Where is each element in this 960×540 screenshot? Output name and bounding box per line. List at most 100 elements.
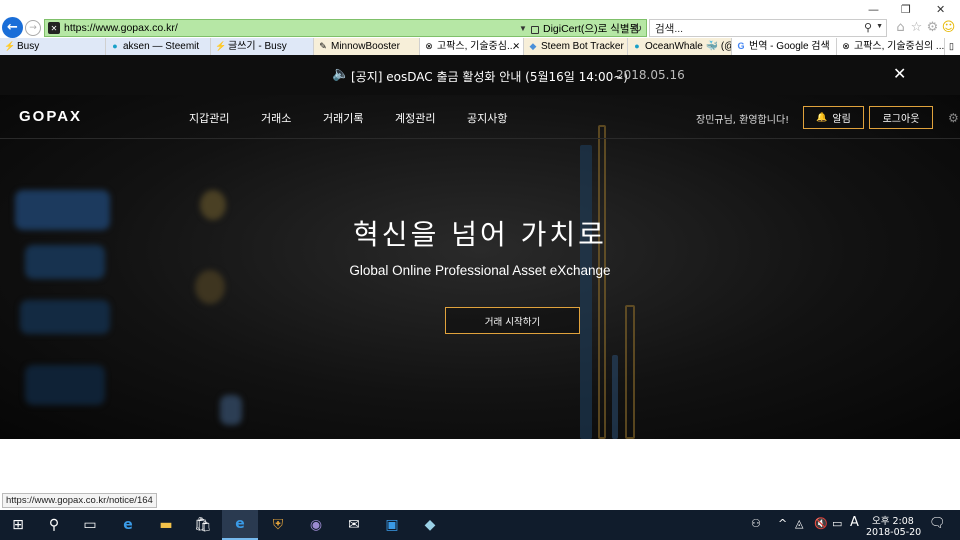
tab-steemit[interactable]: ● aksen — Steemit: [106, 38, 211, 55]
people-icon[interactable]: ⚇: [751, 517, 761, 530]
bg-decor: [220, 395, 242, 425]
search-dropdown-icon[interactable]: ▼: [876, 23, 883, 30]
hero-section: GOPAX 지갑관리 거래소 거래기록 계정관리 공지사항 장민규님, 환영합니…: [0, 95, 960, 439]
gopax-favicon-icon: ✕: [48, 22, 60, 34]
lock-icon[interactable]: [531, 26, 539, 34]
edge-browser-icon[interactable]: e: [110, 510, 146, 540]
home-icon[interactable]: ⌂: [893, 20, 908, 35]
tab-steem-bot-tracker[interactable]: ◆ Steem Bot Tracker: [524, 38, 628, 55]
forward-button[interactable]: →: [25, 20, 41, 36]
settings-icon[interactable]: ⚙: [948, 111, 959, 125]
close-notice-icon[interactable]: ✕: [893, 64, 906, 83]
url-text[interactable]: https://www.gopax.co.kr/: [64, 22, 178, 34]
tab-label: OceanWhale 🐳 (@...: [645, 41, 731, 52]
tab-busy[interactable]: ⚡ Busy: [0, 38, 106, 55]
alert-label: 알림: [832, 114, 851, 125]
minimize-icon[interactable]: —: [868, 3, 879, 16]
favorites-star-icon[interactable]: ☆: [909, 20, 924, 35]
tab-oceanwhale[interactable]: ● OceanWhale 🐳 (@...: [628, 38, 732, 55]
welcome-text: 장민규님, 환영합니다!: [696, 115, 790, 126]
battery-icon[interactable]: ▭: [832, 517, 842, 530]
search-icon[interactable]: ⚲: [864, 21, 872, 34]
notice-date: 2018.05.16: [616, 68, 685, 82]
input-method-indicator[interactable]: A: [850, 515, 859, 530]
mail-icon[interactable]: ✉: [336, 510, 372, 540]
steem-icon: ◆: [529, 41, 537, 51]
tab-label: 고팍스, 기술중심...: [437, 41, 516, 52]
status-bar-url: https://www.gopax.co.kr/notice/164: [2, 493, 157, 508]
clock-time[interactable]: 오후 2:08: [872, 513, 914, 527]
tab-label: 고팍스, 기술중심의 ...: [854, 41, 945, 52]
smiley-feedback-icon[interactable]: ☺: [941, 20, 956, 35]
show-hidden-icons-icon[interactable]: ^: [778, 517, 787, 530]
nav-history[interactable]: 거래기록: [323, 110, 363, 126]
nav-wallet[interactable]: 지갑관리: [189, 110, 229, 126]
search-taskbar-icon[interactable]: ⚲: [36, 510, 72, 540]
clock-date[interactable]: 2018-05-20: [866, 527, 921, 538]
bg-decor: [580, 145, 592, 439]
gopax-icon: ⊗: [842, 41, 850, 51]
busy-icon: ⚡: [215, 41, 227, 51]
tab-label: Busy: [17, 41, 40, 52]
certificate-label[interactable]: DigiCert(으)로 식별됨: [543, 21, 639, 36]
close-tab-icon[interactable]: ✕: [512, 38, 520, 55]
browser-chrome: — ❐ ✕ ← → ✕ https://www.gopax.co.kr/ ▼ D…: [0, 0, 960, 56]
store-icon[interactable]: 🛍: [185, 510, 221, 540]
refresh-icon[interactable]: ↻: [633, 22, 642, 35]
tab-minnowbooster[interactable]: ✎ MinnowBooster: [314, 38, 420, 55]
bg-decor: [612, 355, 618, 439]
nav-exchange[interactable]: 거래소: [261, 110, 291, 126]
tab-gopax-2[interactable]: ⊗ 고팍스, 기술중심의 ...: [837, 38, 945, 55]
tab-strip: ⚡ Busy ● aksen — Steemit ⚡ 글쓰기 - Busy ✎ Minn…: [0, 38, 960, 55]
tab-busy-write[interactable]: ⚡ 글쓰기 - Busy: [211, 38, 314, 55]
nav-notices[interactable]: 공지사항: [467, 110, 507, 126]
google-icon: G: [737, 41, 745, 51]
file-explorer-icon[interactable]: ▬: [148, 510, 184, 540]
site-header: GOPAX 지갑관리 거래소 거래기록 계정관리 공지사항 장민규님, 환영합니…: [0, 95, 960, 139]
notice-text[interactable]: [공지] eosDAC 출금 활성화 안내 (5월16일 14:00~): [351, 68, 628, 85]
close-window-icon[interactable]: ✕: [936, 3, 945, 16]
address-bar[interactable]: ✕ https://www.gopax.co.kr/ ▼ DigiCert(으)…: [44, 19, 647, 37]
search-input[interactable]: 검색... ⚲ ▼: [649, 19, 887, 37]
alert-button[interactable]: 🔔 알림: [803, 106, 864, 129]
hero-title: 혁신을 넘어 가치로: [353, 218, 607, 251]
tab-gopax-active[interactable]: ⊗ 고팍스, 기술중심... ✕: [420, 38, 524, 55]
start-trading-button[interactable]: 거래 시작하기: [445, 307, 580, 334]
volume-muted-icon[interactable]: 🔇: [814, 517, 828, 530]
busy-icon: ⚡: [4, 41, 16, 51]
document-app-icon[interactable]: ▣: [374, 510, 410, 540]
notice-bar[interactable]: 🔈 [공지] eosDAC 출금 활성화 안내 (5월16일 14:00~) 2…: [0, 55, 960, 95]
bg-decor: [25, 365, 105, 405]
search-placeholder: 검색...: [655, 22, 684, 35]
address-dropdown-icon[interactable]: ▼: [519, 24, 527, 33]
hero-subtitle: Global Online Professional Asset eXchang…: [349, 263, 611, 278]
oceanwhale-icon: ●: [634, 41, 640, 51]
settings-gear-icon[interactable]: ⚙: [925, 20, 940, 35]
taskbar: ⊞ ⚲ ▭ e ▬ 🛍 e ⛨ ◉ ✉ ▣ ◆ ⚇ ^ ◬ 🔇 ▭ A 오후 2…: [0, 510, 960, 540]
steemit-icon: ●: [112, 41, 118, 51]
minnow-icon: ✎: [319, 41, 327, 51]
nav-account[interactable]: 계정관리: [395, 110, 435, 126]
task-view-icon[interactable]: ▭: [72, 510, 108, 540]
tab-label: MinnowBooster: [331, 41, 400, 52]
new-tab-icon: ▯: [949, 41, 954, 51]
back-button[interactable]: ←: [2, 17, 23, 38]
speaker-icon: 🔈: [332, 66, 350, 82]
tab-google-translate[interactable]: G 번역 - Google 검색: [732, 38, 837, 55]
gopax-logo[interactable]: GOPAX: [19, 108, 82, 125]
tab-label: aksen — Steemit: [123, 41, 200, 52]
media-app-icon[interactable]: ◉: [298, 510, 334, 540]
new-tab-button[interactable]: ▯: [945, 38, 960, 55]
start-windows-icon[interactable]: ⊞: [0, 510, 36, 540]
bg-decor: [598, 125, 606, 439]
logout-button[interactable]: 로그아웃: [869, 106, 933, 129]
restore-icon[interactable]: ❐: [901, 3, 911, 16]
shield-app-icon[interactable]: ⛨: [260, 510, 296, 540]
network-icon[interactable]: ◬: [795, 517, 803, 530]
tab-label: Steem Bot Tracker: [541, 41, 624, 52]
app-icon[interactable]: ◆: [412, 510, 448, 540]
internet-explorer-icon[interactable]: e: [222, 510, 258, 540]
tab-label: 번역 - Google 검색: [749, 41, 830, 52]
bg-decor: [20, 300, 110, 334]
action-center-icon[interactable]: 🗨: [929, 516, 946, 531]
